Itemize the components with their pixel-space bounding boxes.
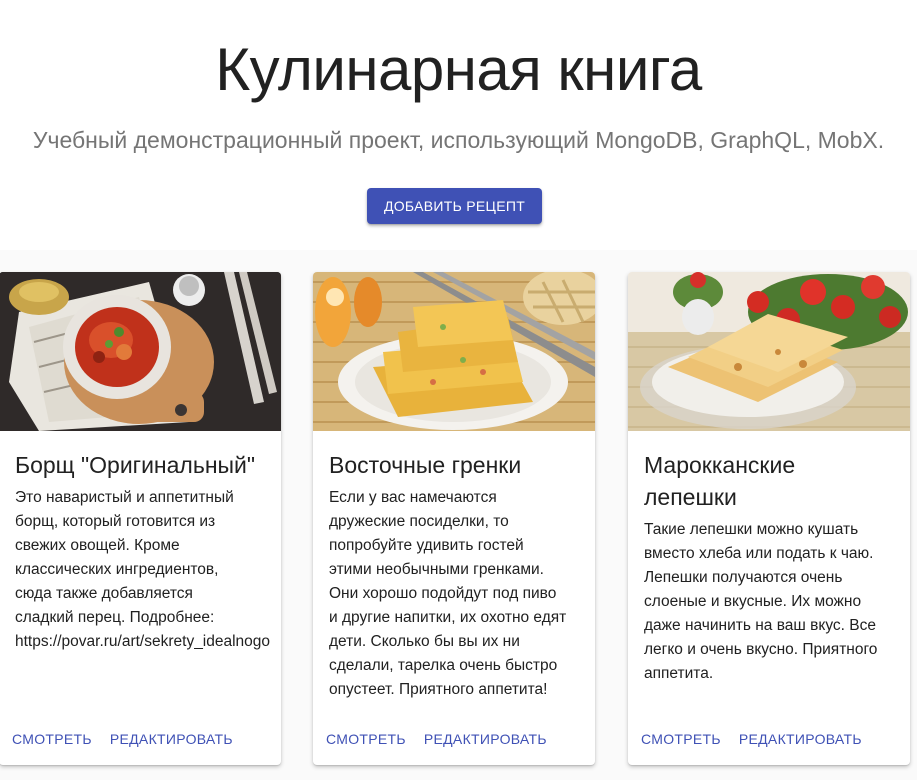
page-title: Кулинарная книга bbox=[215, 36, 702, 103]
edit-recipe-button[interactable]: РЕДАКТИРОВАТЬ bbox=[105, 727, 238, 751]
recipe-image-oriental-toasts[interactable] bbox=[313, 272, 595, 431]
recipe-title: Марокканские лепешки bbox=[644, 452, 796, 510]
page: Кулинарная книга Учебный демонстрационны… bbox=[0, 0, 917, 780]
recipe-description: Такие лепешки можно кушать вместо хлеба … bbox=[644, 521, 878, 682]
recipe-image-moroccan-flatbread[interactable] bbox=[628, 272, 910, 431]
recipe-card: Борщ "Оригинальный" Это наваристый и апп… bbox=[0, 272, 281, 765]
recipe-title: Борщ "Оригинальный" bbox=[15, 452, 256, 478]
recipe-title: Восточные гренки bbox=[329, 452, 522, 478]
recipe-card: Марокканские лепешки Такие лепешки можно… bbox=[628, 272, 910, 765]
recipe-description: Если у вас намечаются дружеские посиделк… bbox=[329, 489, 567, 698]
edit-recipe-button[interactable]: РЕДАКТИРОВАТЬ bbox=[734, 727, 867, 751]
recipe-card: Восточные гренки Если у вас намечаются д… bbox=[313, 272, 595, 765]
edit-recipe-button[interactable]: РЕДАКТИРОВАТЬ bbox=[419, 727, 552, 751]
view-recipe-button[interactable]: СМОТРЕТЬ bbox=[321, 727, 411, 751]
recipe-image-borscht[interactable] bbox=[0, 272, 281, 431]
card-actions: СМОТРЕТЬ РЕДАКТИРОВАТЬ bbox=[7, 727, 246, 751]
view-recipe-button[interactable]: СМОТРЕТЬ bbox=[636, 727, 726, 751]
card-actions: СМОТРЕТЬ РЕДАКТИРОВАТЬ bbox=[321, 727, 560, 751]
recipe-description: Это наваристый и аппетитный борщ, которы… bbox=[15, 489, 271, 650]
hero-header: Кулинарная книга Учебный демонстрационны… bbox=[0, 0, 917, 250]
add-recipe-button[interactable]: ДОБАВИТЬ РЕЦЕПТ bbox=[367, 188, 542, 224]
card-actions: СМОТРЕТЬ РЕДАКТИРОВАТЬ bbox=[636, 727, 875, 751]
view-recipe-button[interactable]: СМОТРЕТЬ bbox=[7, 727, 97, 751]
page-subtitle: Учебный демонстрационный проект, использ… bbox=[32, 127, 885, 153]
